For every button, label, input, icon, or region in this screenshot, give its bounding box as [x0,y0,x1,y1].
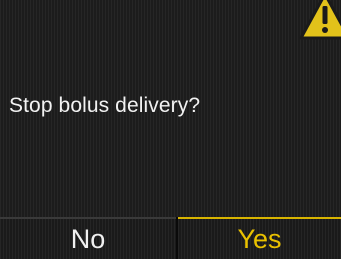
no-button[interactable]: No [0,217,176,259]
yes-button[interactable]: Yes [178,217,341,259]
pump-screen: Stop bolus delivery? No Yes [0,0,341,259]
dialog-message: Stop bolus delivery? [9,94,201,117]
softkey-divider [176,217,178,259]
softkey-bar: No Yes [0,217,341,259]
warning-icon [299,0,341,40]
dialog-area: Stop bolus delivery? [0,0,341,217]
